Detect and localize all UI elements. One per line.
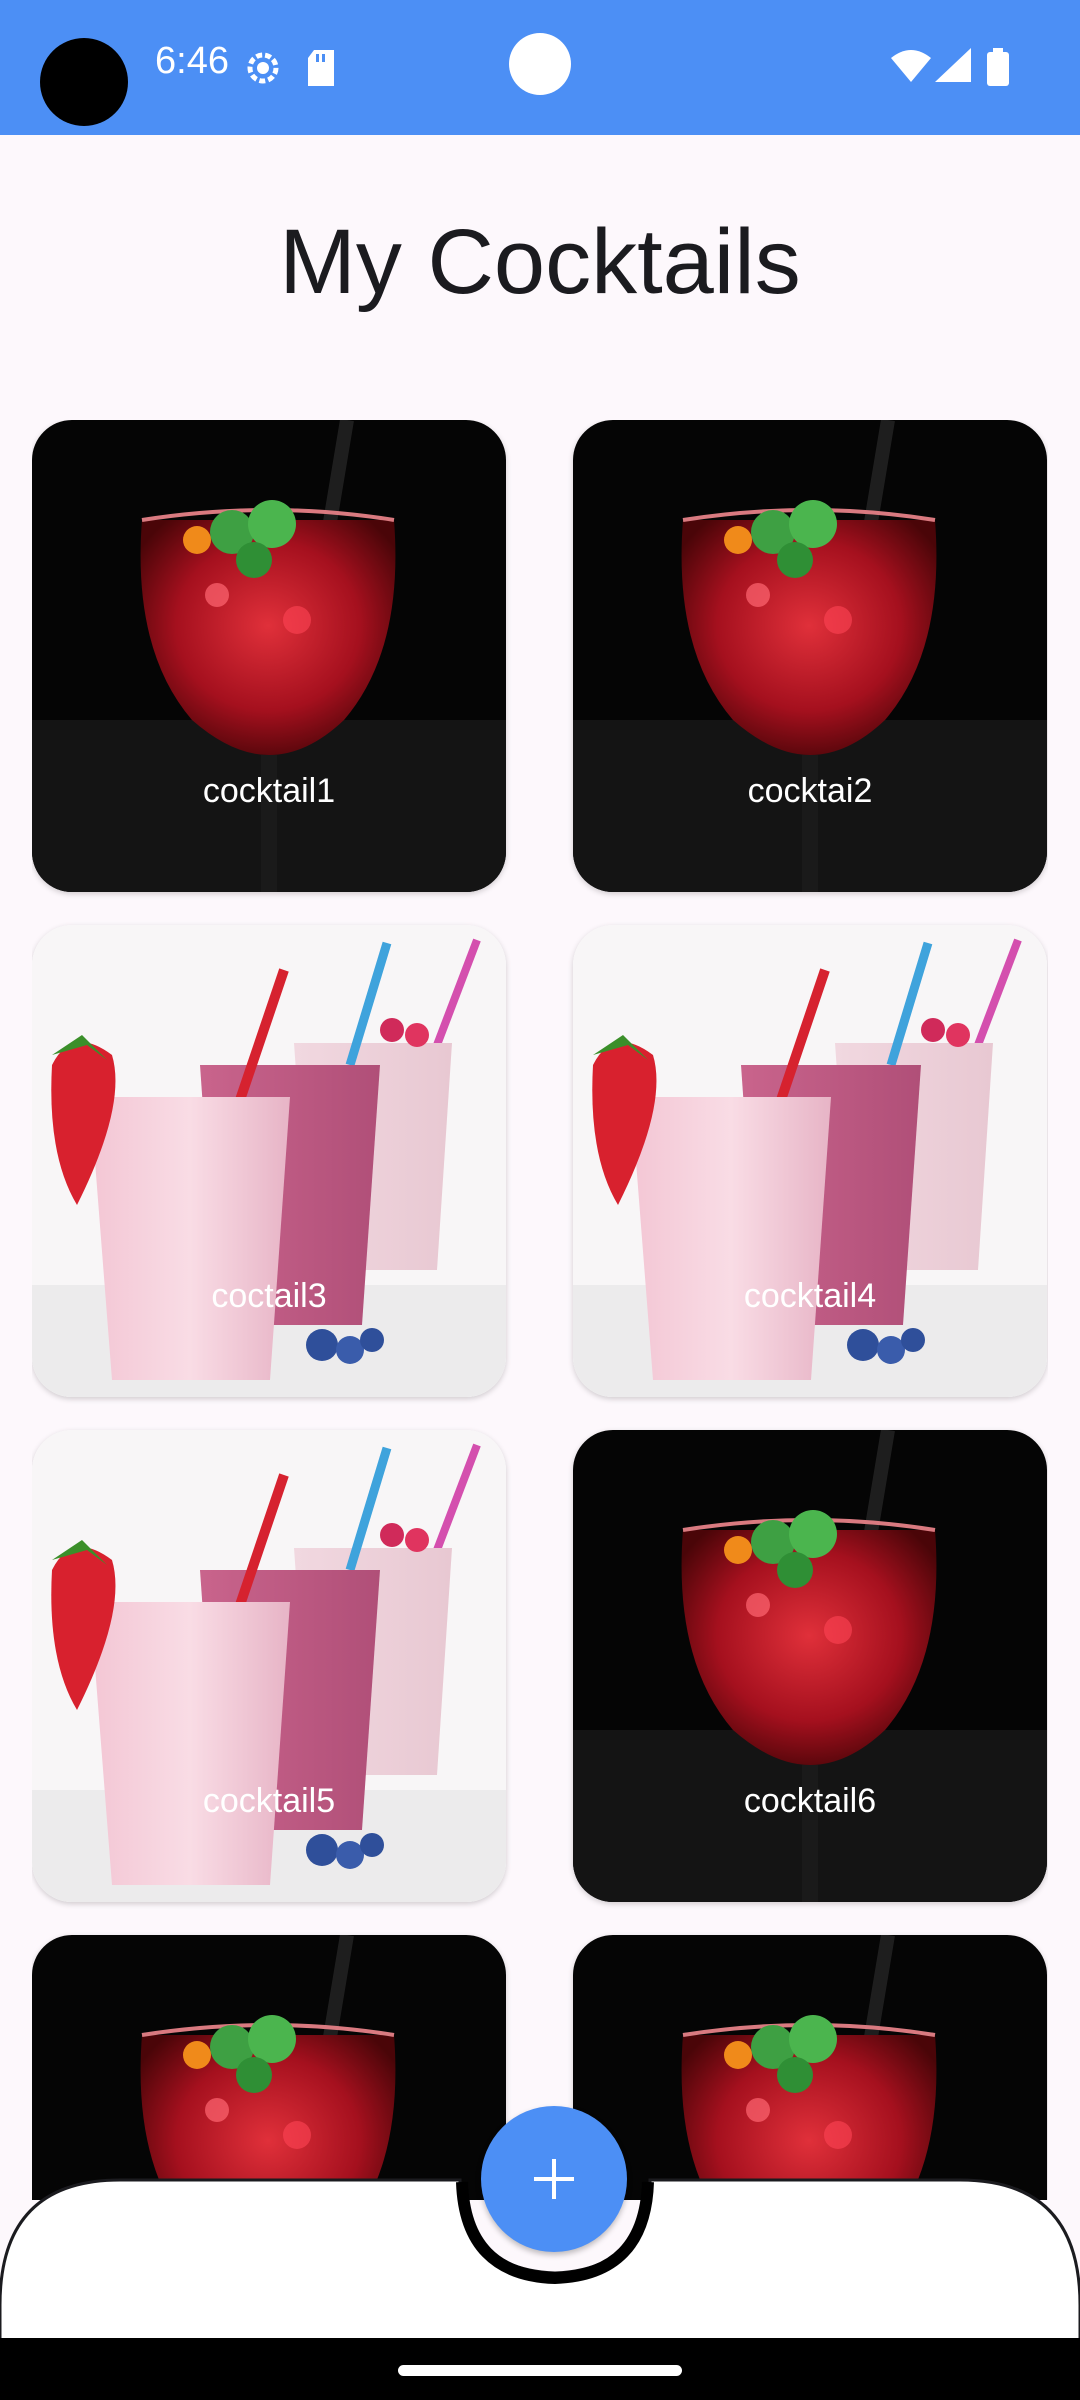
cocktail-card[interactable]: cocktail4 bbox=[573, 925, 1047, 1397]
cocktail-card[interactable]: cocktail6 bbox=[573, 1430, 1047, 1902]
cocktail-card[interactable]: cocktail1 bbox=[32, 420, 506, 892]
cocktail-grid[interactable]: cocktail1 cocktai2 coctail3 cocktail4 co… bbox=[32, 420, 1048, 2200]
cocktail-image bbox=[573, 1430, 1047, 1902]
signal-icon bbox=[935, 48, 971, 89]
cocktail-label: cocktai2 bbox=[747, 772, 873, 810]
cocktail-card[interactable]: cocktai2 bbox=[573, 420, 1047, 892]
cocktail-image bbox=[32, 420, 506, 892]
settings-icon bbox=[243, 48, 283, 93]
cocktail-card[interactable]: cocktail5 bbox=[32, 1430, 506, 1902]
home-indicator[interactable] bbox=[398, 2365, 682, 2376]
wifi-icon bbox=[891, 48, 931, 89]
cocktail-label: cocktail1 bbox=[202, 772, 336, 810]
status-bar: 6:46 bbox=[0, 0, 1080, 135]
camera-cutout bbox=[40, 38, 128, 126]
cocktail-image bbox=[573, 925, 1047, 1397]
sd-card-icon bbox=[306, 50, 336, 91]
front-camera bbox=[509, 33, 571, 95]
status-time: 6:46 bbox=[155, 40, 229, 82]
cocktail-label: cocktail4 bbox=[743, 1277, 877, 1315]
cocktail-label: cocktail6 bbox=[743, 1782, 877, 1820]
plus-icon bbox=[534, 2159, 574, 2199]
cocktail-card[interactable]: coctail3 bbox=[32, 925, 506, 1397]
cocktail-image bbox=[32, 925, 506, 1397]
cocktail-image bbox=[573, 420, 1047, 892]
battery-icon bbox=[986, 48, 1010, 91]
cocktail-image bbox=[32, 1430, 506, 1902]
cocktail-label: coctail3 bbox=[211, 1277, 327, 1315]
page-title: My Cocktails bbox=[279, 211, 801, 313]
cocktail-label: cocktail5 bbox=[202, 1782, 336, 1820]
add-cocktail-button[interactable] bbox=[481, 2106, 627, 2252]
